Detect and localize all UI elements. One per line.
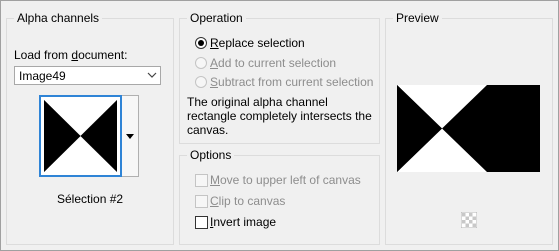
alpha-channels-title: Alpha channels — [14, 11, 103, 25]
operation-description: The original alpha channel rectangle com… — [187, 95, 372, 137]
preview-image — [397, 85, 540, 172]
document-select-value: Image49 — [19, 69, 66, 83]
selection-name: Sélection #2 — [57, 192, 124, 206]
clip-to-canvas-label[interactable]: Clip to canvas — [210, 194, 285, 208]
thumbnail-dropdown-button[interactable] — [122, 95, 139, 177]
invert-image-label[interactable]: Invert image — [210, 215, 276, 229]
subtract-from-selection-radio[interactable] — [195, 76, 207, 88]
move-to-upper-left-checkbox[interactable] — [195, 174, 208, 187]
chevron-down-icon — [147, 72, 157, 78]
replace-selection-radio[interactable] — [195, 37, 207, 49]
clip-to-canvas-checkbox[interactable] — [195, 195, 208, 208]
triangle-down-icon — [126, 134, 134, 139]
subtract-from-selection-label[interactable]: Subtract from current selection — [210, 75, 373, 89]
radio-selected-dot — [198, 40, 204, 46]
options-title: Options — [187, 148, 235, 162]
operation-title: Operation — [187, 11, 246, 25]
invert-image-checkbox[interactable] — [195, 216, 208, 229]
checkerboard-icon[interactable] — [461, 212, 477, 228]
load-from-document-label: Load from document: — [14, 48, 128, 62]
document-select[interactable]: Image49 — [14, 66, 161, 85]
move-to-upper-left-label[interactable]: Move to upper left of canvas — [210, 173, 361, 187]
preview-mask-image — [397, 85, 540, 172]
add-to-selection-label[interactable]: Add to current selection — [210, 56, 336, 70]
replace-selection-label[interactable]: Replace selection — [210, 36, 305, 50]
preview-title: Preview — [393, 11, 442, 25]
add-to-selection-radio[interactable] — [195, 57, 207, 69]
alpha-channel-thumbnail[interactable] — [39, 95, 122, 177]
bowtie-mask-image — [41, 97, 120, 175]
